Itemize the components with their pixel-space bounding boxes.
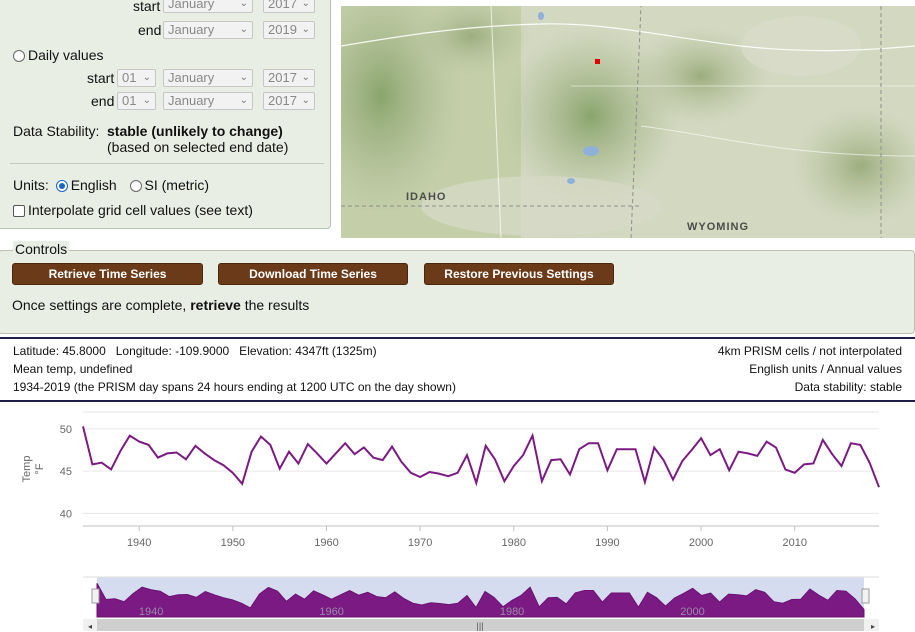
controls-message: Once settings are complete, retrieve the… (12, 297, 310, 313)
daily-end-year-select[interactable]: 2017 ⌄ (263, 92, 315, 110)
map-view[interactable]: IDAHO WYOMING (341, 6, 915, 238)
interpolate-option[interactable]: Interpolate grid cell values (see text) (13, 202, 253, 218)
chevron-down-icon: ⌄ (301, 24, 310, 35)
top-end-year-select[interactable]: 2019 ⌄ (263, 21, 315, 39)
chevron-down-icon: ⌄ (239, 95, 248, 106)
top-end-label: end (138, 22, 162, 38)
units-label: Units: (13, 177, 49, 193)
retrieve-time-series-button[interactable]: Retrieve Time Series (12, 263, 203, 285)
terrain-map (341, 6, 915, 238)
top-start-month-select[interactable]: January ⌄ (163, 0, 253, 13)
y-axis-title: Temp (21, 456, 33, 483)
controls-legend: Controls (13, 241, 70, 257)
scroll-left-arrow-icon[interactable]: ◂ (88, 622, 92, 631)
navigator-tick-label: 2000 (680, 606, 704, 618)
data-stability-value: stable (unlikely to change) (107, 123, 283, 139)
temperature-chart[interactable]: 40 45 50 1940 1950 1960 1970 1980 1990 2000 2010 Te… (0, 402, 915, 632)
chevron-down-icon: ⌄ (301, 72, 310, 83)
x-tick-label: 1950 (221, 537, 245, 549)
x-tick-label: 2000 (689, 537, 713, 549)
x-tick-label: 1960 (314, 537, 338, 549)
navigator-tick-label: 1980 (500, 606, 524, 618)
daily-start-year-select[interactable]: 2017 ⌄ (263, 69, 315, 87)
span-info: 1934-2019 (the PRISM day spans 24 hours … (13, 380, 456, 394)
daily-values-radio[interactable] (13, 50, 25, 62)
x-tick-label: 2010 (782, 537, 806, 549)
top-start-year-select[interactable]: 2017 ⌄ (263, 0, 315, 13)
chevron-down-icon: ⌄ (239, 72, 248, 83)
download-time-series-button[interactable]: Download Time Series (218, 263, 408, 285)
stability-info: Data stability: stable (794, 380, 902, 394)
daily-end-month-select[interactable]: January ⌄ (163, 92, 253, 110)
daily-start-label: start (87, 70, 115, 86)
scroll-right-arrow-icon[interactable]: ▸ (871, 622, 875, 631)
chevron-down-icon: ⌄ (142, 72, 151, 83)
data-stability-note: (based on selected end date) (107, 139, 289, 155)
x-tick-label: 1980 (502, 537, 526, 549)
map-label-wyoming: WYOMING (687, 221, 749, 233)
units-english-label: English (70, 177, 117, 193)
daily-start-day-select[interactable]: 01 ⌄ (117, 69, 156, 87)
location-marker[interactable] (595, 59, 600, 64)
units-info: English units / Annual values (749, 362, 902, 376)
y-tick-label: 50 (60, 424, 72, 436)
chevron-down-icon: ⌄ (239, 0, 248, 9)
location-info: Latitude: 45.8000 Longitude: -109.9000 E… (13, 344, 377, 358)
interpolate-checkbox[interactable] (13, 205, 25, 217)
units-english-radio[interactable] (55, 180, 68, 192)
scrollbar-grip-icon: ||| (476, 621, 483, 631)
navigator-right-handle[interactable] (861, 588, 870, 604)
navigator-tick-label: 1940 (139, 606, 163, 618)
x-tick-label: 1940 (127, 537, 151, 549)
daily-end-label: end (91, 93, 115, 109)
chevron-down-icon: ⌄ (301, 95, 310, 106)
units-si-label: SI (metric) (144, 177, 210, 193)
chevron-down-icon: ⌄ (142, 95, 151, 106)
variable-info: Mean temp, undefined (13, 362, 133, 376)
top-start-label: start (133, 0, 161, 14)
units-row: Units: English SI (metric) (13, 177, 209, 193)
settings-divider (10, 163, 324, 164)
top-end-month-select[interactable]: January ⌄ (163, 21, 253, 39)
map-label-idaho: IDAHO (406, 191, 447, 203)
data-stability-label: Data Stability: (13, 123, 100, 139)
chevron-down-icon: ⌄ (239, 24, 248, 35)
daily-start-month-select[interactable]: January ⌄ (163, 69, 253, 87)
y-axis-unit: °F (34, 463, 46, 474)
units-si-radio[interactable] (129, 180, 142, 192)
x-tick-label: 1990 (595, 537, 619, 549)
y-tick-label: 40 (60, 508, 72, 520)
y-tick-label: 45 (60, 466, 72, 478)
navigator-left-handle[interactable] (91, 588, 100, 604)
daily-end-day-select[interactable]: 01 ⌄ (117, 92, 156, 110)
daily-values-option[interactable]: Daily values (13, 47, 103, 63)
cells-info: 4km PRISM cells / not interpolated (717, 344, 902, 358)
temperature-series-line[interactable] (82, 426, 880, 488)
navigator-tick-label: 1960 (319, 606, 343, 618)
chevron-down-icon: ⌄ (301, 0, 310, 9)
x-tick-label: 1970 (408, 537, 432, 549)
restore-previous-settings-button[interactable]: Restore Previous Settings (424, 263, 614, 285)
